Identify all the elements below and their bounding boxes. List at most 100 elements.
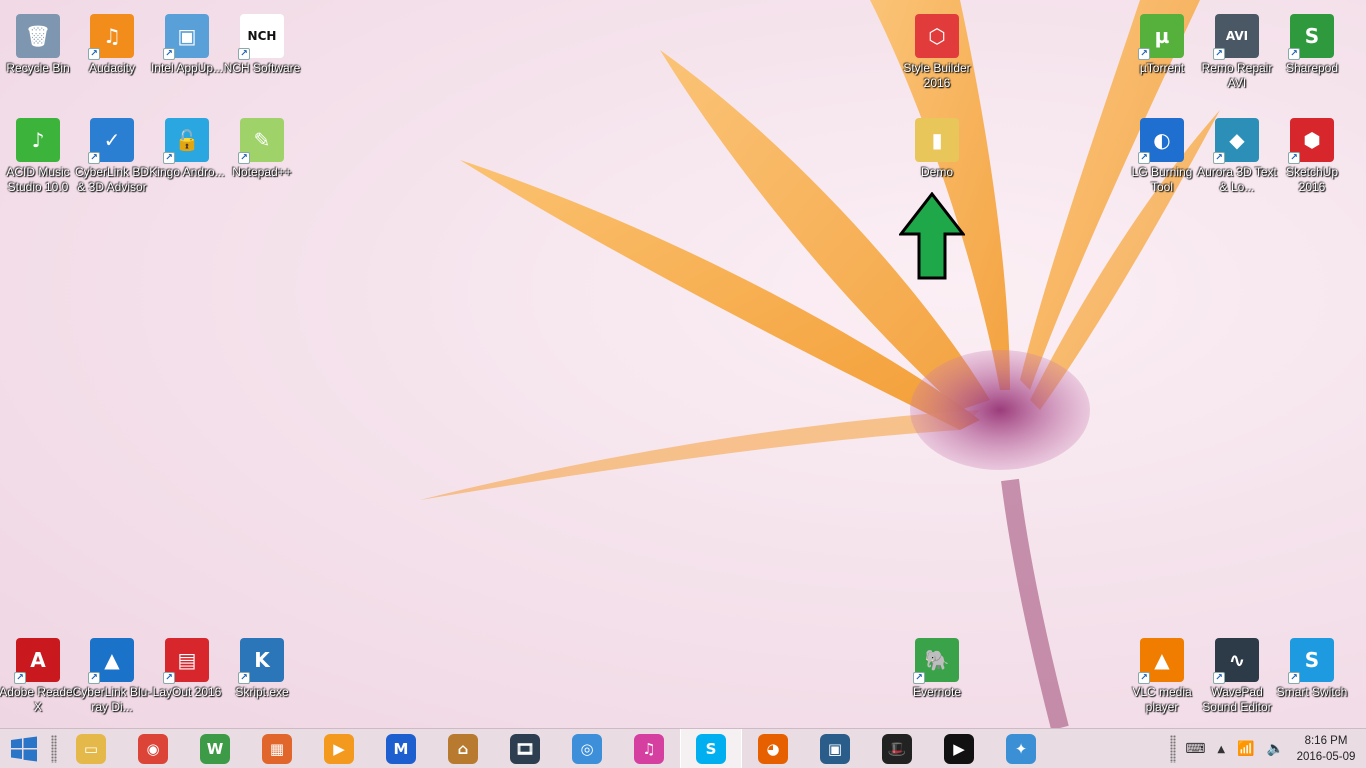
desktop-icon-label: CyberLink Blu-ray Di... [72, 685, 152, 714]
taskbar-button-colorful-app[interactable]: ▦ [246, 729, 308, 768]
green-up-arrow-annotation [899, 192, 965, 280]
lg-burning-tool-icon: ◐ ↗ [1138, 118, 1184, 164]
taskbar-button-video-player[interactable]: ▶ [928, 729, 990, 768]
shortcut-arrow-icon: ↗ [88, 672, 100, 684]
desktop-icon-intel-appup[interactable]: ▣ ↗ Intel AppUp... [149, 8, 225, 108]
cyberlink-advisor-icon: ✓ ↗ [88, 118, 134, 164]
taskbar-button-skype[interactable]: S [680, 728, 742, 768]
remo-repair-avi-icon: AVI ↗ [1213, 14, 1259, 60]
shortcut-arrow-icon: ↗ [1213, 152, 1225, 164]
desktop-icon-label: LayOut 2016 [152, 685, 222, 699]
desktop-icon-notepad-plus-plus[interactable]: ✎ ↗ Notepad++ [224, 112, 300, 212]
taskbar-button-video-editor[interactable]: 🎞 [494, 729, 556, 768]
desktop-icon-wavepad[interactable]: ∿ ↗ WavePad Sound Editor [1199, 632, 1275, 728]
desktop-icon-style-builder[interactable]: ⬡ Style Builder 2016 [899, 8, 975, 108]
shortcut-arrow-icon: ↗ [1138, 152, 1150, 164]
desktop-icon-smart-switch[interactable]: S ↗ Smart Switch [1274, 632, 1350, 728]
taskbar-button-temple-app[interactable]: ⌂ [432, 729, 494, 768]
clock[interactable]: 8:16 PM 2016-05-09 [1290, 733, 1362, 765]
desktop-icon-label: Recycle Bin [6, 61, 70, 75]
taskbar-button-media-player[interactable]: ▶ [308, 729, 370, 768]
desktop-icon-layout[interactable]: ▤ ↗ LayOut 2016 [149, 632, 225, 728]
taskbar-button-chat-app[interactable]: ◎ [556, 729, 618, 768]
desktop-icon-aurora-3d[interactable]: ◆ ↗ Aurora 3D Text & Lo... [1197, 112, 1277, 212]
desktop-icon-label: CyberLink BD & 3D Advisor [74, 165, 150, 194]
recycle-bin-icon: 🗑 [16, 14, 60, 58]
aurora-3d-icon: ◆ ↗ [1213, 118, 1259, 164]
shortcut-arrow-icon: ↗ [913, 672, 925, 684]
chat-app-icon: ◎ [572, 733, 602, 764]
shortcut-arrow-icon: ↗ [1288, 672, 1300, 684]
desktop-icon-nch-software[interactable]: NCH ↗ NCH Software [224, 8, 300, 108]
media-player-icon: ▶ [324, 733, 354, 764]
desktop[interactable]: 🗑 Recycle Bin ♫ ↗ Audacity ▣ ↗ Intel AppUp... NC… [0, 0, 1366, 728]
shortcut-arrow-icon: ↗ [88, 48, 100, 60]
video-editor-icon: 🎞 [510, 733, 540, 764]
desktop-icon-cyberlink-bluray[interactable]: ▲ ↗ CyberLink Blu-ray Di... [72, 632, 152, 728]
desktop-icon-label: Demo [920, 165, 953, 179]
chevron-up-icon[interactable]: ▲ [1217, 744, 1225, 755]
file-explorer-icon: ▭ [76, 733, 106, 764]
desktop-icon-label: VLC media player [1132, 685, 1192, 714]
taskbar-button-wondershare[interactable]: W [184, 729, 246, 768]
desktop-icon-label: Smart Switch [1276, 685, 1348, 699]
desktop-icon-utorrent[interactable]: µ ↗ µTorrent [1124, 8, 1200, 108]
taskbar-grip[interactable] [51, 734, 57, 763]
shortcut-arrow-icon: ↗ [163, 672, 175, 684]
volume-icon[interactable]: 🔈 [1267, 741, 1284, 757]
adobe-reader-icon: A ↗ [14, 638, 60, 684]
taskbar-button-malwarebytes[interactable]: M [370, 729, 432, 768]
desktop-icon-cyberlink-advisor[interactable]: ✓ ↗ CyberLink BD & 3D Advisor [74, 112, 150, 212]
taskbar-button-safari[interactable]: ✦ [990, 729, 1052, 768]
desktop-icon-evernote[interactable]: 🐘 ↗ Evernote [899, 632, 975, 728]
keyboard-icon[interactable]: ⌨ [1185, 741, 1205, 757]
desktop-icon-label: Notepad++ [232, 165, 292, 179]
smart-switch-icon: S ↗ [1288, 638, 1334, 684]
desktop-icon-sharepod[interactable]: S ↗ Sharepod [1274, 8, 1350, 108]
clock-date: 2016-05-09 [1296, 751, 1356, 763]
tray-grip[interactable] [1170, 735, 1177, 763]
style-builder-icon: ⬡ [915, 14, 959, 58]
temple-app-icon: ⌂ [448, 733, 478, 764]
desktop-icon-audacity[interactable]: ♫ ↗ Audacity [74, 8, 150, 108]
desktop-icon-adobe-reader[interactable]: A ↗ Adobe Reader X [0, 632, 77, 728]
shortcut-arrow-icon: ↗ [14, 672, 26, 684]
colorful-app-icon: ▦ [262, 733, 292, 764]
shortcut-arrow-icon: ↗ [1288, 48, 1300, 60]
desktop-icon-remo-repair-avi[interactable]: AVI ↗ Remo Repair AVI [1199, 8, 1275, 108]
hypercam-icon: 🎩 [882, 733, 912, 764]
utorrent-icon: µ ↗ [1138, 14, 1184, 60]
start-button[interactable] [0, 729, 48, 768]
shortcut-arrow-icon: ↗ [1288, 152, 1300, 164]
shortcut-arrow-icon: ↗ [1138, 672, 1150, 684]
nch-software-icon: NCH ↗ [238, 14, 284, 60]
desktop-icon-recycle-bin[interactable]: 🗑 Recycle Bin [0, 8, 76, 108]
taskbar-button-itunes[interactable]: ♫ [618, 729, 680, 768]
taskbar-button-remote-desktop[interactable]: ▣ [804, 729, 866, 768]
shortcut-arrow-icon: ↗ [1213, 48, 1225, 60]
network-signal-icon[interactable]: 📶 [1237, 741, 1254, 757]
desktop-icon-acid-music[interactable]: ♪ ACID Music Studio 10.0 [0, 112, 76, 212]
desktop-icon-label: Kingo Andro... [149, 165, 225, 179]
desktop-icon-skript[interactable]: K ↗ Skript.exe [224, 632, 300, 728]
kingo-android-icon: 🔓 ↗ [163, 118, 209, 164]
taskbar-button-file-explorer[interactable]: ▭ [60, 729, 122, 768]
desktop-icon-label: SketchUp 2016 [1285, 165, 1339, 194]
desktop-icon-label: µTorrent [1139, 61, 1185, 75]
cyberlink-bluray-icon: ▲ ↗ [88, 638, 134, 684]
desktop-icon-label: Evernote [912, 685, 962, 699]
video-player-icon: ▶ [944, 733, 974, 764]
taskbar: ▭ ◉ W ▦ ▶ M ⌂ 🎞 ◎ ♫ S ◕ ▣ 🎩 ▶ ✦ ⌨ ▲ 📶 🔈 8:16 PM 2016-05… [0, 728, 1366, 768]
wondershare-icon: W [200, 733, 230, 764]
desktop-icon-lg-burning-tool[interactable]: ◐ ↗ LG Burning Tool [1124, 112, 1200, 212]
evernote-icon: 🐘 ↗ [913, 638, 959, 684]
desktop-icon-vlc[interactable]: ▲ ↗ VLC media player [1124, 632, 1200, 728]
shortcut-arrow-icon: ↗ [238, 48, 250, 60]
taskbar-button-hypercam[interactable]: 🎩 [866, 729, 928, 768]
desktop-icon-sketchup[interactable]: ⬢ ↗ SketchUp 2016 [1274, 112, 1350, 212]
desktop-icon-label: Intel AppUp... [150, 61, 224, 75]
desktop-icon-kingo-android[interactable]: 🔓 ↗ Kingo Andro... [149, 112, 225, 212]
taskbar-button-chrome[interactable]: ◉ [122, 729, 184, 768]
taskbar-button-firefox[interactable]: ◕ [742, 729, 804, 768]
malwarebytes-icon: M [386, 733, 416, 764]
